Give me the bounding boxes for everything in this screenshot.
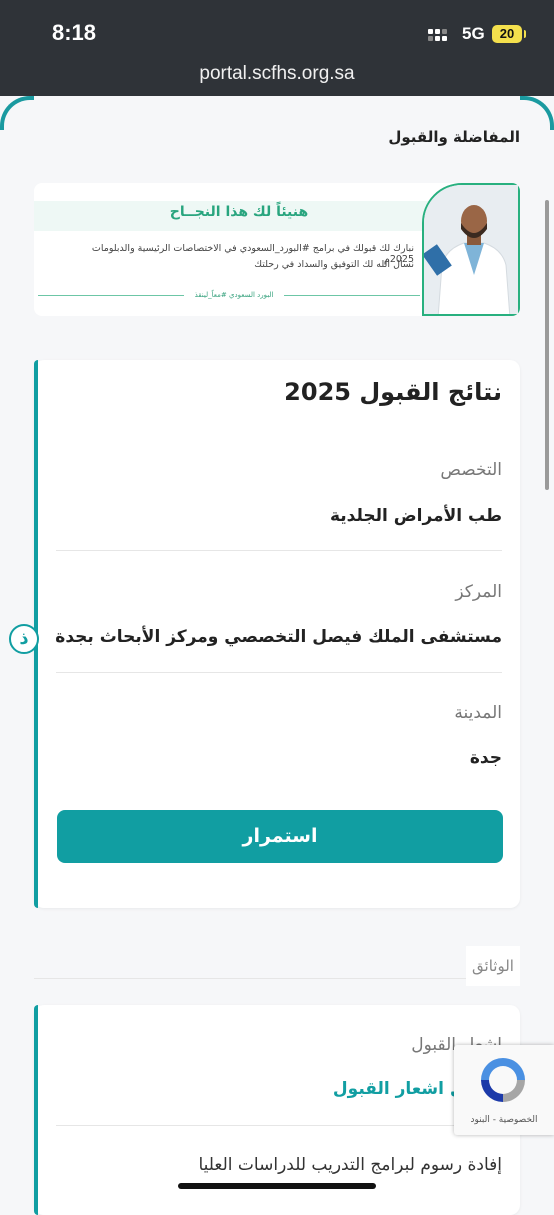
banner-text-line: نسأل الله لك التوفيق والسداد في رحلتك: [254, 259, 414, 270]
divider: [56, 672, 502, 673]
battery-icon: 20: [492, 25, 526, 43]
divider: [56, 1125, 502, 1126]
congratulations-banner: هنيئاً لك هذا النجــاح نبارك لك قبولك في…: [34, 183, 520, 316]
city-value: جدة: [469, 748, 502, 768]
center-label: المركز: [455, 582, 502, 602]
documents-section-label: الوثائق: [466, 946, 520, 986]
recaptcha-icon: [481, 1058, 525, 1102]
banner-hashtag: البورد السعودي #معاً_لينقذ: [184, 291, 284, 299]
divider: [56, 550, 502, 551]
specialty-value: طب الأمراض الجلدية: [329, 506, 502, 526]
fees-statement-item[interactable]: إفادة رسوم لبرامج التدريب للدراسات العلي…: [198, 1155, 502, 1175]
section-divider: [34, 978, 466, 979]
recaptcha-badge[interactable]: الخصوصية - البنود: [454, 1045, 554, 1135]
center-value: مستشفى الملك فيصل التخصصي ومركز الأبحاث …: [55, 627, 502, 647]
home-indicator[interactable]: [178, 1183, 376, 1189]
signal-icon: [428, 28, 454, 44]
clock: 8:18: [52, 20, 97, 45]
continue-button[interactable]: استمرار: [57, 810, 503, 863]
specialty-label: التخصص: [440, 460, 502, 480]
scrollbar[interactable]: [545, 200, 549, 490]
status-bar: 8:18 5G 20 portal.scfhs.org.sa: [0, 0, 554, 96]
doctor-illustration-icon: [424, 185, 518, 314]
city-label: المدينة: [454, 703, 502, 723]
banner-title: هنيئاً لك هذا النجــاح: [169, 204, 309, 220]
doctor-photo: [422, 183, 520, 316]
results-title: نتائج القبول 2025: [284, 378, 502, 406]
accessibility-icon[interactable]: ذ: [9, 624, 39, 654]
page-title: المفاضلة والقبول: [388, 128, 520, 146]
admission-results-card: نتائج القبول 2025 التخصص طب الأمراض الجل…: [34, 360, 520, 908]
card-accent-bar: [34, 1005, 38, 1215]
address-bar[interactable]: portal.scfhs.org.sa: [0, 63, 554, 85]
network-type: 5G: [462, 24, 485, 43]
recaptcha-privacy-terms[interactable]: الخصوصية - البنود: [454, 1115, 554, 1125]
